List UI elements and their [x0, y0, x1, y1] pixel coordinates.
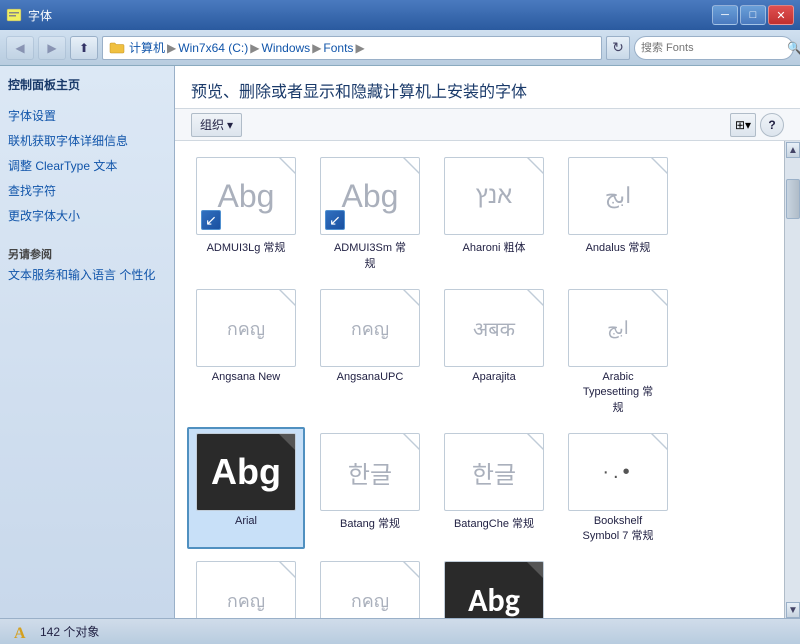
- font-name-arial: Arial: [235, 515, 257, 527]
- font-icon-batang: 한글: [320, 433, 420, 511]
- status-font-icon: A: [12, 622, 32, 642]
- search-icon: 🔍: [787, 41, 800, 55]
- scrollbar[interactable]: ▲ ▼: [784, 141, 800, 618]
- font-item-calibri[interactable]: Abg Calibri: [435, 555, 553, 618]
- shortcut-overlay-2: ↙: [325, 210, 345, 230]
- help-button[interactable]: ?: [760, 113, 784, 137]
- status-bar: A 142 个对象: [0, 618, 800, 644]
- close-button[interactable]: ✕: [768, 5, 794, 25]
- font-icon-bookshelf: ·.•: [568, 433, 668, 511]
- breadcrumb-bar: 计算机 ▶ Win7x64 (C:) ▶ Windows ▶ Fonts ▶: [102, 36, 602, 60]
- font-name-aharoni: Aharoni 粗体: [463, 239, 526, 255]
- font-item-bookshelf[interactable]: ·.• BookshelfSymbol 7 常规: [559, 427, 677, 549]
- breadcrumb-computer[interactable]: 计算机: [129, 39, 165, 56]
- font-name-batang: Batang 常规: [340, 515, 400, 531]
- svg-text:A: A: [14, 625, 26, 642]
- up-button[interactable]: ⬆: [70, 36, 98, 60]
- font-item-andalus[interactable]: ﺍﺑﺞ Andalus 常规: [559, 151, 677, 277]
- font-icon-browallia-upc: กคญ: [320, 561, 420, 618]
- font-grid: Abg ↙ ADMUI3Lg 常规 Abg: [175, 141, 784, 618]
- scroll-up-button[interactable]: ▲: [786, 142, 800, 158]
- font-icon-admui3sm: Abg ↙: [320, 157, 420, 235]
- window-title: 字体: [28, 7, 52, 24]
- sidebar-link-find-char[interactable]: 查找字符: [8, 180, 166, 201]
- font-item-admui3sm[interactable]: Abg ↙ ADMUI3Sm 常规: [311, 151, 429, 277]
- font-item-aparajita[interactable]: अबक Aparajita: [435, 283, 553, 421]
- font-name-andalus: Andalus 常规: [586, 239, 651, 255]
- font-item-admui3lg[interactable]: Abg ↙ ADMUI3Lg 常规: [187, 151, 305, 277]
- scroll-thumb[interactable]: [786, 179, 800, 219]
- font-item-browallia-new[interactable]: กคญ Browallia New: [187, 555, 305, 618]
- breadcrumb-windows[interactable]: Windows: [262, 41, 311, 55]
- font-item-batang[interactable]: 한글 Batang 常规: [311, 427, 429, 549]
- search-input[interactable]: [641, 42, 783, 54]
- refresh-button[interactable]: ↻: [606, 36, 630, 60]
- font-item-batangche[interactable]: 한글 BatangChe 常规: [435, 427, 553, 549]
- font-item-arabic-typesetting[interactable]: ﺍﺑﺞ ArabicTypesetting 常规: [559, 283, 677, 421]
- font-grid-wrapper: Abg ↙ ADMUI3Lg 常规 Abg: [175, 141, 800, 618]
- font-name-admui3sm: ADMUI3Sm 常规: [334, 239, 406, 271]
- organize-chevron: ▾: [227, 118, 233, 132]
- forward-button[interactable]: ▶: [38, 36, 66, 60]
- sidebar-link-font-settings[interactable]: 字体设置: [8, 105, 166, 126]
- font-icon-arial: Abg: [196, 433, 296, 511]
- font-icon-browallia-new: กคญ: [196, 561, 296, 618]
- font-item-angsana-upc[interactable]: กคญ AngsanaUPC: [311, 283, 429, 421]
- font-icon-arabic-typesetting: ﺍﺑﺞ: [568, 289, 668, 367]
- sidebar-link-personalize[interactable]: 个性化: [119, 266, 155, 284]
- font-name-angsana-upc: AngsanaUPC: [337, 371, 404, 383]
- window-controls: ─ □ ✕: [712, 5, 794, 25]
- sidebar-main-title: 控制面板主页: [8, 76, 166, 93]
- also-see-title: 另请参阅: [8, 246, 166, 262]
- font-icon-angsana-new: กคญ: [196, 289, 296, 367]
- folder-icon: [109, 40, 125, 56]
- status-count: 142 个对象: [40, 623, 99, 640]
- toolbar: 组织 ▾ ⊞▾ ?: [175, 109, 800, 141]
- font-icon-admui3lg: Abg ↙: [196, 157, 296, 235]
- window-icon: [6, 7, 22, 23]
- font-icon-angsana-upc: กคญ: [320, 289, 420, 367]
- content-title: 预览、删除或者显示和隐藏计算机上安装的字体: [191, 78, 784, 102]
- scroll-down-button[interactable]: ▼: [786, 602, 800, 618]
- font-name-angsana-new: Angsana New: [212, 371, 281, 383]
- font-icon-aharoni: אנץ: [444, 157, 544, 235]
- minimize-button[interactable]: ─: [712, 5, 738, 25]
- sidebar-link-online-fonts[interactable]: 联机获取字体详细信息: [8, 130, 166, 151]
- breadcrumb-fonts[interactable]: Fonts: [323, 41, 353, 55]
- address-bar: ◀ ▶ ⬆ 计算机 ▶ Win7x64 (C:) ▶ Windows ▶ Fon…: [0, 30, 800, 66]
- sidebar-link-text-services[interactable]: 文本服务和输入语言: [8, 266, 116, 284]
- maximize-button[interactable]: □: [740, 5, 766, 25]
- font-item-aharoni[interactable]: אנץ Aharoni 粗体: [435, 151, 553, 277]
- font-icon-calibri: Abg: [444, 561, 544, 618]
- organize-label: 组织: [200, 116, 224, 133]
- back-button[interactable]: ◀: [6, 36, 34, 60]
- sidebar-link-cleartype[interactable]: 调整 ClearType 文本: [8, 155, 166, 176]
- font-item-angsana-new[interactable]: กคญ Angsana New: [187, 283, 305, 421]
- font-name-bookshelf: BookshelfSymbol 7 常规: [583, 515, 654, 543]
- font-name-admui3lg: ADMUI3Lg 常规: [207, 239, 286, 255]
- organize-button[interactable]: 组织 ▾: [191, 113, 242, 137]
- content-header: 预览、删除或者显示和隐藏计算机上安装的字体: [175, 66, 800, 109]
- font-name-arabic-typesetting: ArabicTypesetting 常规: [583, 371, 653, 415]
- font-icon-batangche: 한글: [444, 433, 544, 511]
- font-item-arial[interactable]: Abg Arial: [187, 427, 305, 549]
- sidebar-also-see: 另请参阅 文本服务和输入语言 个性化: [8, 246, 166, 283]
- shortcut-overlay: ↙: [201, 210, 221, 230]
- search-bar: 🔍: [634, 36, 794, 60]
- sidebar: 控制面板主页 字体设置 联机获取字体详细信息 调整 ClearType 文本 查…: [0, 66, 175, 618]
- font-item-browallia-upc[interactable]: กคญ BrowalliaUPC: [311, 555, 429, 618]
- main-container: 控制面板主页 字体设置 联机获取字体详细信息 调整 ClearType 文本 查…: [0, 66, 800, 618]
- content-area: 预览、删除或者显示和隐藏计算机上安装的字体 组织 ▾ ⊞▾ ? Abg: [175, 66, 800, 618]
- font-name-aparajita: Aparajita: [472, 371, 515, 383]
- breadcrumb-drive[interactable]: Win7x64 (C:): [178, 41, 248, 55]
- sidebar-link-font-size[interactable]: 更改字体大小: [8, 205, 166, 226]
- font-name-batangche: BatangChe 常规: [454, 515, 534, 531]
- font-icon-andalus: ﺍﺑﺞ: [568, 157, 668, 235]
- view-toggle: ⊞▾ ?: [730, 113, 784, 137]
- title-bar: 字体 ─ □ ✕: [0, 0, 800, 30]
- font-icon-aparajita: अबक: [444, 289, 544, 367]
- view-button[interactable]: ⊞▾: [730, 113, 756, 137]
